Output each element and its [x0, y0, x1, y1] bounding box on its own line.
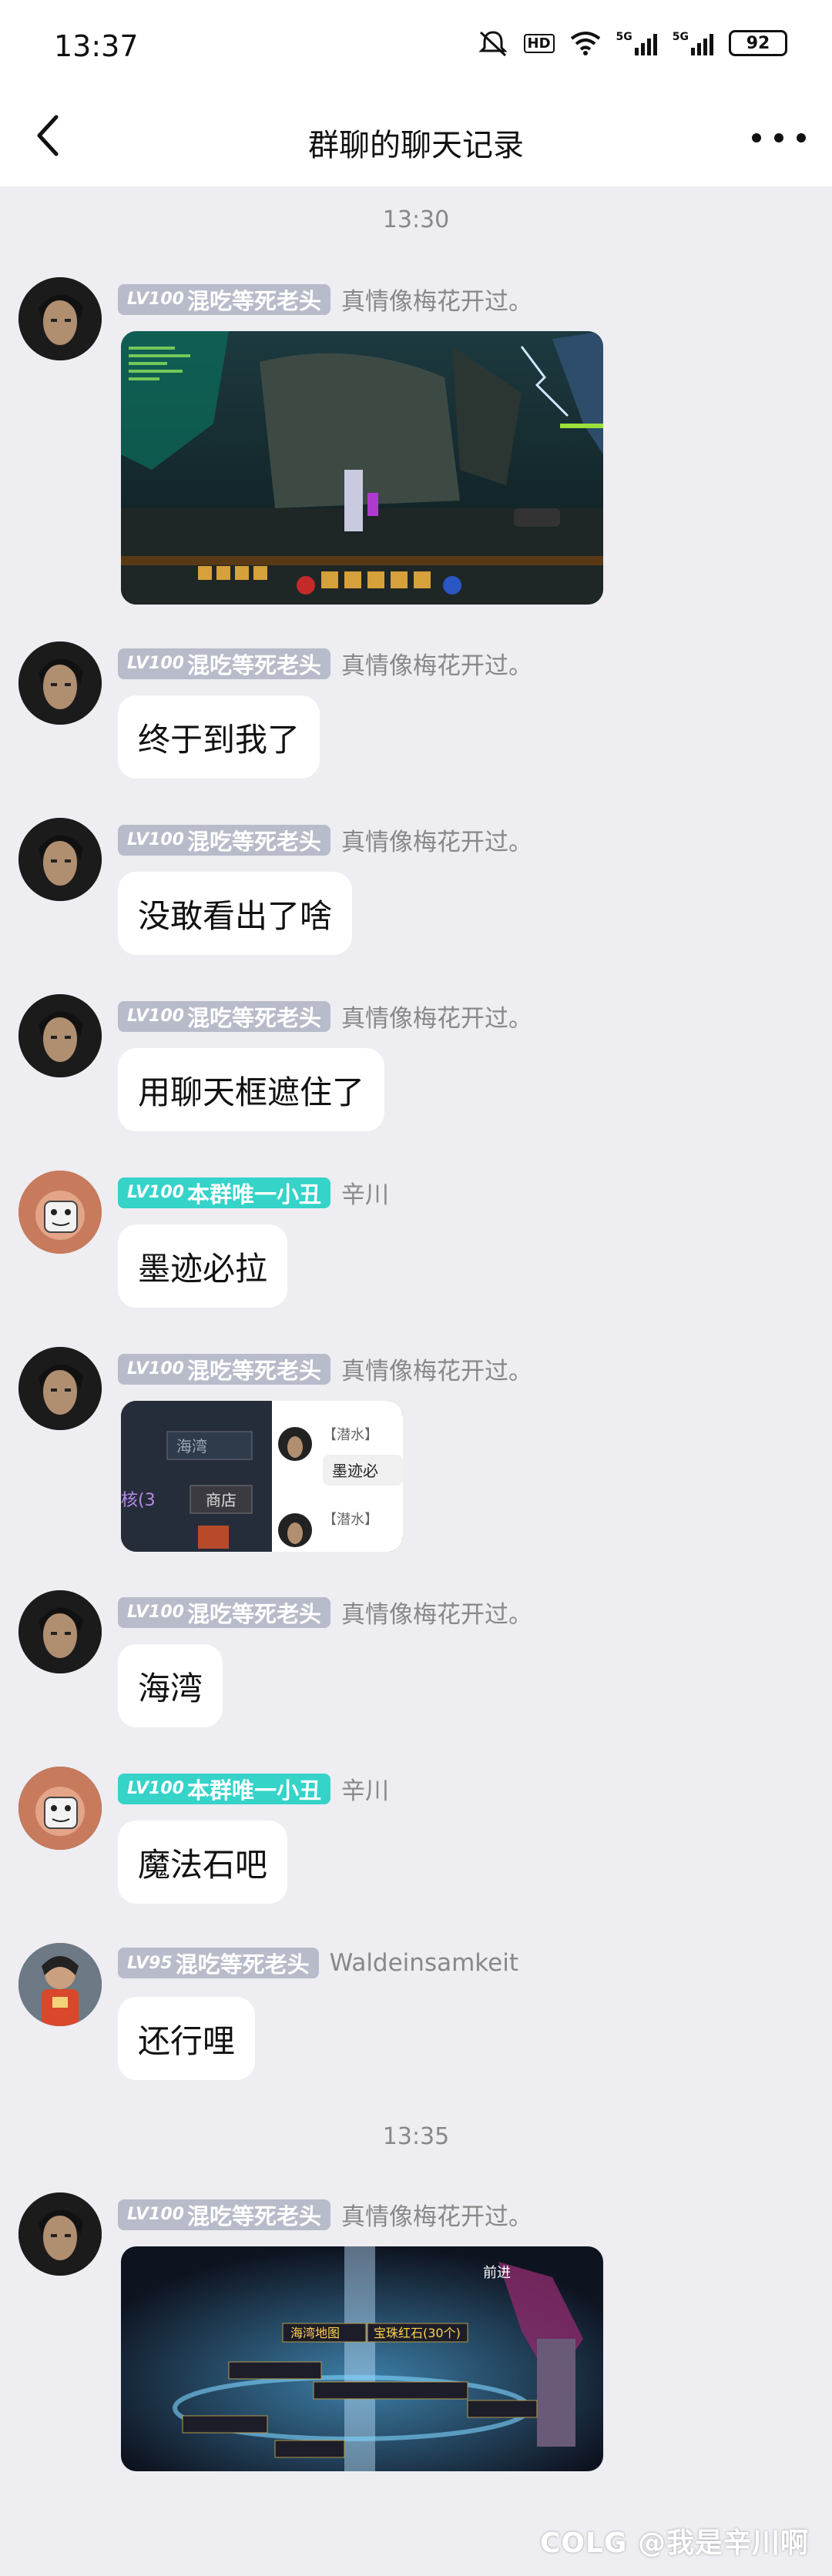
timestamp: 13:30: [382, 206, 450, 233]
battery-icon: 92: [729, 30, 787, 56]
sender-meta: LV100 混吃等死老头 真情像梅花开过。: [118, 646, 532, 681]
sender-name: Waldeinsamkeit: [329, 1949, 518, 1977]
avatar[interactable]: [18, 1590, 102, 1673]
sender-name: 辛川: [341, 1181, 389, 1209]
status-time: 13:37: [54, 29, 139, 63]
sender-meta: LV100 混吃等死老头 真情像梅花开过。: [118, 1352, 532, 1386]
sender-name: 真情像梅花开过。: [341, 1601, 532, 1629]
level-badge: LV100 混吃等死老头: [118, 1000, 330, 1032]
svg-text:墨迹必: 墨迹必: [332, 1462, 378, 1480]
avatar[interactable]: [18, 1943, 102, 2026]
message-bubble[interactable]: 海湾: [118, 1644, 223, 1727]
svg-text:宝珠红石(30个): 宝珠红石(30个): [374, 2326, 461, 2340]
message-bubble[interactable]: 还行哩: [118, 1997, 256, 2080]
chat-image[interactable]: 海湾地图 宝珠红石(30个) 前进: [121, 2246, 603, 2471]
signal-1-icon: 5G: [616, 31, 657, 55]
level-badge: LV100 本群唯一小丑: [118, 1177, 330, 1208]
level-badge: LV100 混吃等死老头: [118, 283, 330, 315]
sender-name: 真情像梅花开过。: [341, 829, 532, 856]
svg-text:核(3: 核(3: [121, 1491, 156, 1510]
svg-text:【潜水】: 【潜水】: [323, 1512, 378, 1528]
sender-name: 真情像梅花开过。: [341, 288, 532, 316]
message-bubble[interactable]: 墨迹必拉: [118, 1224, 288, 1308]
avatar[interactable]: [18, 1171, 102, 1254]
sender-name: 真情像梅花开过。: [341, 652, 532, 680]
timestamp: 13:35: [382, 2123, 450, 2150]
status-icons: HD 5G 5G 92: [478, 29, 787, 57]
sender-meta: LV100 混吃等死老头 真情像梅花开过。: [118, 2197, 532, 2232]
sender-meta: LV95 混吃等死老头 Waldeinsamkeit: [118, 1948, 518, 1978]
watermark: COLG @我是辛川啊: [539, 2527, 809, 2559]
sender-name: 真情像梅花开过。: [341, 1358, 532, 1385]
svg-text:商店: 商店: [206, 1491, 237, 1509]
sender-meta: LV100 本群唯一小丑 辛川: [118, 1175, 389, 1210]
avatar[interactable]: [18, 994, 102, 1077]
level-badge: LV100 混吃等死老头: [118, 824, 330, 856]
sender-meta: LV100 混吃等死老头 真情像梅花开过。: [118, 999, 532, 1033]
avatar[interactable]: [18, 641, 102, 725]
nav-bar: 群聊的聊天记录: [0, 86, 832, 186]
avatar[interactable]: [18, 2192, 102, 2276]
message-bubble[interactable]: 魔法石吧: [118, 1821, 288, 1904]
sender-meta: LV100 混吃等死老头 真情像梅花开过。: [118, 1595, 532, 1630]
signal-2-icon: 5G: [673, 31, 713, 55]
avatar[interactable]: [18, 818, 102, 901]
wifi-icon: [570, 32, 600, 55]
svg-text:【潜水】: 【潜水】: [323, 1427, 378, 1443]
svg-text:海湾地图: 海湾地图: [290, 2326, 340, 2340]
sender-meta: LV100 混吃等死老头 真情像梅花开过。: [118, 822, 532, 857]
avatar[interactable]: [18, 1767, 102, 1850]
level-badge: LV100 本群唯一小丑: [118, 1773, 330, 1804]
level-badge: LV100 混吃等死老头: [118, 648, 330, 679]
avatar[interactable]: [18, 1347, 102, 1430]
message-bubble[interactable]: 终于到我了: [118, 695, 320, 779]
sender-meta: LV100 本群唯一小丑 辛川: [118, 1771, 389, 1806]
avatar[interactable]: [18, 277, 102, 360]
message-bubble[interactable]: 用聊天框遮住了: [118, 1048, 385, 1131]
more-dots-icon: [752, 133, 761, 142]
level-badge: LV100 混吃等死老头: [118, 1596, 330, 1628]
svg-text:前进: 前进: [483, 2265, 511, 2281]
chat-image[interactable]: 海湾 商店 核(3 【潜水】 墨迹必 【潜水】: [121, 1401, 403, 1552]
chat-image[interactable]: [121, 331, 603, 605]
more-button[interactable]: [752, 126, 806, 149]
sender-name: 辛川: [341, 1777, 389, 1805]
level-badge: LV95 混吃等死老头: [118, 1948, 319, 1978]
level-badge: LV100 混吃等死老头: [118, 1353, 330, 1385]
sender-meta: LV100 混吃等死老头 真情像梅花开过。: [118, 282, 532, 317]
sender-name: 真情像梅花开过。: [341, 1005, 532, 1033]
page-title: 群聊的聊天记录: [308, 128, 524, 163]
svg-text:海湾: 海湾: [176, 1437, 207, 1455]
level-badge: LV100 混吃等死老头: [118, 2199, 330, 2230]
message-bubble[interactable]: 没敢看出了啥: [118, 872, 353, 955]
status-bar: 13:37 HD 5G 5G 92: [0, 0, 832, 86]
hd-icon: HD: [523, 33, 555, 53]
sender-name: 真情像梅花开过。: [341, 2203, 532, 2231]
mute-icon: [478, 31, 508, 57]
